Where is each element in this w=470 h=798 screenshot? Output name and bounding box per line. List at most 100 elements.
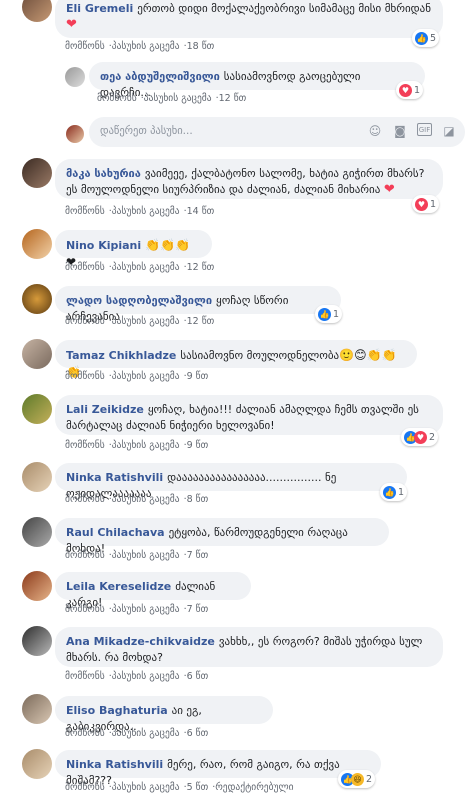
reply-button[interactable]: პასუხის გაცემა [112, 728, 180, 739]
reply-button[interactable]: პასუხის გაცემა [112, 550, 180, 561]
reply-button[interactable]: პასუხის გაცემა [112, 316, 180, 327]
like-button[interactable]: მომწონს [65, 440, 105, 451]
like-button[interactable]: მომწონს [65, 316, 105, 327]
author-name[interactable]: Tamaz Chikhladze [66, 349, 176, 362]
current-user-avatar [66, 125, 84, 143]
author-name[interactable]: Lali Zeikidze [66, 403, 144, 416]
comment-bubble: Ninka Ratishvili დაააააააააააააააა.......… [55, 463, 407, 500]
haha-icon: 😆 [351, 772, 364, 786]
like-button[interactable]: მომწონს [65, 671, 105, 682]
avatar[interactable] [22, 339, 52, 369]
author-name[interactable]: Eliso Baghaturia [66, 704, 168, 717]
edited-label[interactable]: რედაქტირებული [215, 782, 293, 793]
like-button[interactable]: მომწონს [65, 41, 105, 52]
timestamp[interactable]: 14 წთ [187, 206, 215, 217]
avatar[interactable] [22, 571, 52, 601]
timestamp[interactable]: 12 წთ [187, 262, 215, 273]
like-icon: 👍 [318, 307, 331, 321]
avatar[interactable] [22, 626, 52, 656]
like-button[interactable]: მომწონს [65, 728, 105, 739]
avatar[interactable] [22, 694, 52, 724]
like-button[interactable]: მომწონს [65, 262, 105, 273]
reply-button[interactable]: პასუხის გაცემა [112, 371, 180, 382]
smiley-icon[interactable]: ☺ [367, 123, 383, 139]
author-name[interactable]: Ninka Ratishvili [66, 471, 163, 484]
author-name[interactable]: Raul Chilachava [66, 526, 165, 539]
comment-actions: მომწონს ·პასუხის გაცემა ·7 წთ [65, 604, 209, 615]
avatar[interactable] [22, 462, 52, 492]
like-button[interactable]: მომწონს [65, 604, 105, 615]
avatar[interactable] [22, 229, 52, 259]
comment-bubble: მაკა სახურია ვაიმეეე, ქალბატონო სალომე, ხ… [55, 159, 443, 199]
comment-bubble: Lali Zeikidze ყოჩაღ, ხატია!!! ძალიან ამაღ… [55, 395, 443, 435]
reply-button[interactable]: პასუხის გაცემა [112, 671, 180, 682]
comment-actions: მომწონს ·პასუხის გაცემა ·8 წთ [65, 494, 209, 505]
avatar[interactable] [22, 517, 52, 547]
reaction-summary[interactable]: 👍 😆 2 [338, 770, 376, 788]
comment-actions: მომწონს ·პასუხის გაცემა ·9 წთ [65, 440, 209, 451]
reply-button[interactable]: პასუხის გაცემა [112, 206, 180, 217]
timestamp[interactable]: 18 წთ [187, 41, 215, 52]
reaction-summary[interactable]: 👍 1 [315, 305, 343, 323]
reply-toolbar: ☺ ◙ GIF ◪ [367, 123, 457, 139]
heart-emoji: ❤ [66, 17, 77, 32]
timestamp[interactable]: 9 წთ [187, 440, 209, 451]
reply-input[interactable]: დაწერეთ პასუხი... ☺ ◙ GIF ◪ [89, 117, 465, 147]
gif-icon[interactable]: GIF [417, 123, 432, 136]
like-button[interactable]: მომწონს [65, 206, 105, 217]
comment-actions: მომწონს ·პასუხის გაცემა ·6 წთ [65, 728, 209, 739]
comment-actions: მომწონს ·პასუხის გაცემა ·12 წთ [97, 93, 247, 104]
like-button[interactable]: მომწონს [65, 550, 105, 561]
reaction-summary[interactable]: 👍 ♥ 2 [401, 428, 439, 446]
avatar[interactable] [22, 158, 52, 188]
timestamp[interactable]: 12 წთ [219, 93, 247, 104]
avatar[interactable] [22, 284, 52, 314]
author-name[interactable]: ლადო სადღობელაშვილი [66, 294, 212, 307]
reaction-summary[interactable]: ♥ 1 [396, 81, 424, 99]
timestamp[interactable]: 6 წთ [187, 671, 209, 682]
comment-actions: მომწონს ·პასუხის გაცემა ·12 წთ [65, 316, 215, 327]
reply-button[interactable]: პასუხის გაცემა [112, 41, 180, 52]
avatar[interactable] [65, 67, 85, 87]
reaction-summary[interactable]: 👍 5 [412, 29, 440, 47]
like-button[interactable]: მომწონს [65, 782, 105, 793]
author-name[interactable]: Eli Gremeli [66, 2, 133, 15]
reaction-summary[interactable]: 👍 1 [380, 483, 408, 501]
like-button[interactable]: მომწონს [65, 371, 105, 382]
author-name[interactable]: Ana Mikadze-chikvaidze [66, 635, 215, 648]
comment-actions: მომწონს ·პასუხის გაცემა ·14 წთ [65, 206, 215, 217]
comment-bubble: თეა აბდუშელიშვილი სასიამოვნოდ გაოცებული დ… [89, 62, 425, 99]
author-name[interactable]: Nino Kipiani [66, 239, 141, 252]
reply-button[interactable]: პასუხის გაცემა [112, 782, 180, 793]
like-button[interactable]: მომწონს [97, 93, 137, 104]
timestamp[interactable]: 12 წთ [187, 316, 215, 327]
author-name[interactable]: Leila Kereselidze [66, 580, 171, 593]
avatar[interactable] [22, 749, 52, 779]
comment-actions: მომწონს ·პასუხის გაცემა ·5 წთ ·რედაქტირებულ… [65, 782, 294, 793]
sticker-icon[interactable]: ◪ [441, 123, 457, 139]
timestamp[interactable]: 8 წთ [187, 494, 209, 505]
avatar[interactable] [22, 394, 52, 424]
heart-emoji: ❤ [383, 182, 395, 197]
author-name[interactable]: Ninka Ratishvili [66, 758, 163, 771]
timestamp[interactable]: 6 წთ [187, 728, 209, 739]
reply-button[interactable]: პასუხის გაცემა [144, 93, 212, 104]
author-name[interactable]: თეა აბდუშელიშვილი [100, 70, 220, 83]
like-button[interactable]: მომწონს [65, 494, 105, 505]
author-name[interactable]: მაკა სახურია [66, 167, 141, 180]
timestamp[interactable]: 5 წთ [187, 782, 209, 793]
heart-icon: ♥ [399, 83, 412, 97]
comment-bubble: Raul Chilachava ეტყობა, წარმოუდგენელი რაღ… [55, 518, 389, 555]
reply-button[interactable]: პასუხის გაცემა [112, 604, 180, 615]
comment-bubble: ლადო სადღობელაშვილი ყოჩაღ სწორი არჩევანია [55, 286, 341, 323]
reply-button[interactable]: პასუხის გაცემა [112, 494, 180, 505]
timestamp[interactable]: 7 წთ [187, 550, 209, 561]
timestamp[interactable]: 7 წთ [187, 604, 209, 615]
avatar[interactable] [22, 0, 52, 22]
reaction-summary[interactable]: ♥ 1 [412, 195, 440, 213]
reply-button[interactable]: პასუხის გაცემა [112, 440, 180, 451]
timestamp[interactable]: 9 წთ [187, 371, 209, 382]
camera-icon[interactable]: ◙ [392, 123, 408, 139]
reply-button[interactable]: პასუხის გაცემა [112, 262, 180, 273]
comment-bubble: Ninka Ratishvili მერე, რაო, რომ გაიგო, რა… [55, 750, 381, 787]
